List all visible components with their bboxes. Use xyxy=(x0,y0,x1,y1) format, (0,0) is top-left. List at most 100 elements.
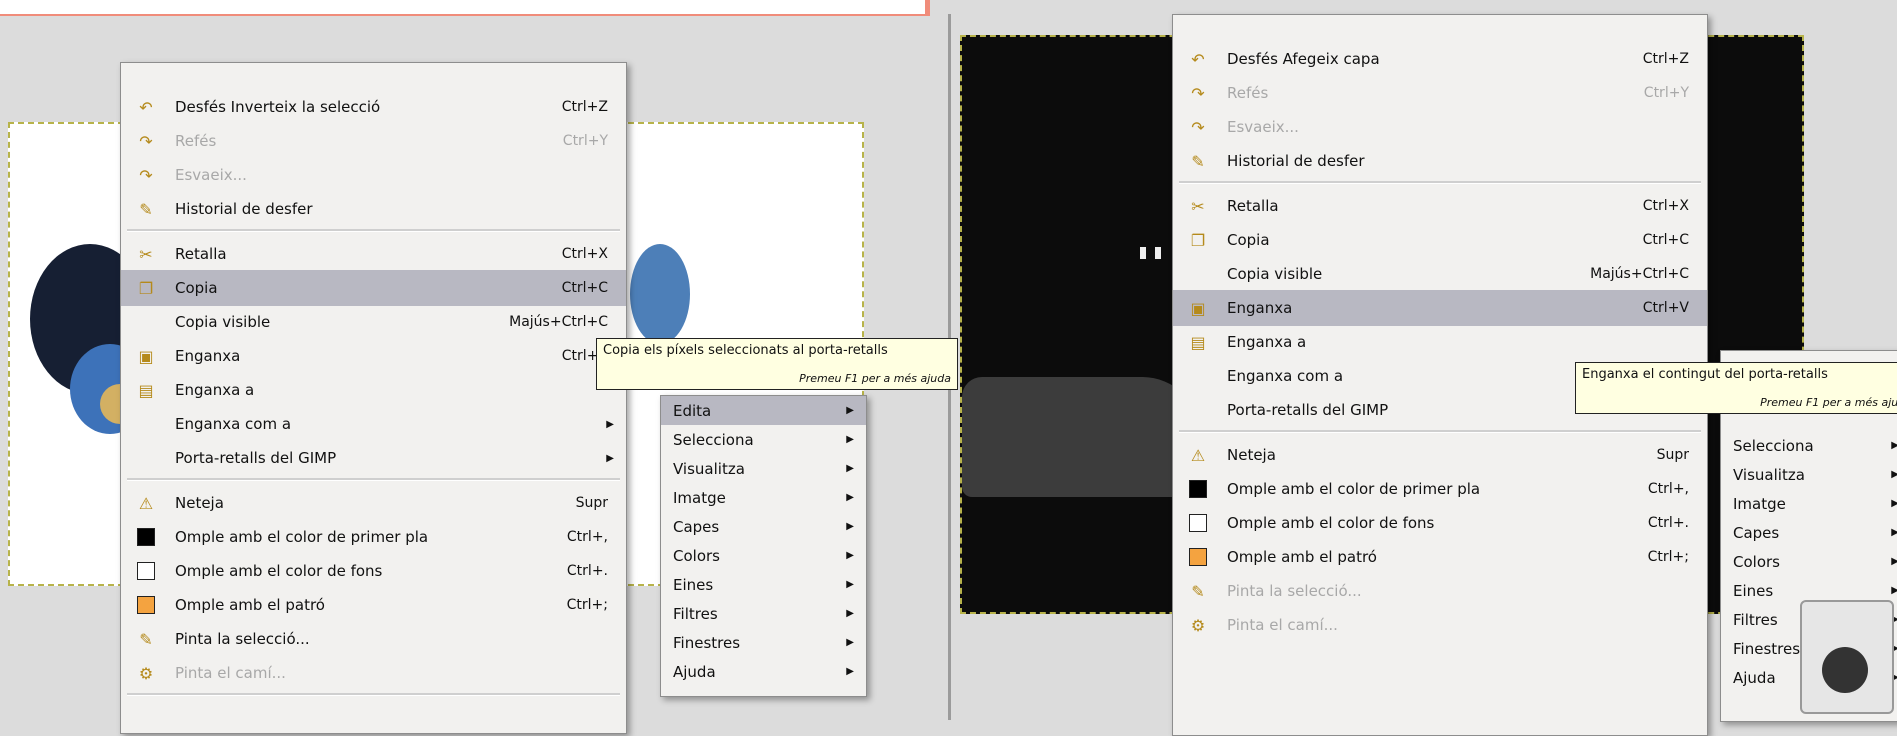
menu-item-label: Enganxa com a xyxy=(175,415,292,433)
menu-item-label: Refés xyxy=(175,132,217,150)
menu-item-shortcut: Ctrl+V xyxy=(1642,300,1689,316)
fill-pattern-icon xyxy=(133,594,159,616)
submenu-arrow-icon: ▶ xyxy=(1891,556,1897,567)
menu-item[interactable]: Omple amb el patró Ctrl+; xyxy=(121,587,626,623)
menu-item[interactable]: Omple amb el patró Ctrl+; xyxy=(1173,539,1707,575)
menu-item[interactable]: ↶ Desfés Afegeix capa Ctrl+Z xyxy=(1173,41,1707,77)
submenu-item[interactable]: Selecciona ▶ xyxy=(661,425,866,454)
menu-item-label: Pinta la selecció... xyxy=(175,630,310,648)
menu-item-label: Enganxa xyxy=(1227,299,1293,317)
menu-item[interactable]: ✂ Retalla Ctrl+X xyxy=(121,236,626,272)
menu-item-spacer xyxy=(1185,263,1211,285)
menu-item-shortcut: Ctrl+. xyxy=(1647,515,1689,531)
menu-item[interactable]: ▤ Enganxa a xyxy=(121,372,626,408)
submenu-item[interactable]: Capes ▶ xyxy=(661,512,866,541)
submenu-item-label: Capes xyxy=(673,517,720,536)
menu-item[interactable]: Omple amb el color de primer pla Ctrl+, xyxy=(121,519,626,555)
menu-item[interactable]: ✎ Pinta la selecció... xyxy=(1173,573,1707,609)
submenu-item-label: Imatge xyxy=(1733,494,1786,513)
submenu-arrow-icon: ▶ xyxy=(1891,469,1897,480)
menu-item[interactable]: ↶ Desfés Inverteix la selecció Ctrl+Z xyxy=(121,89,626,125)
submenu-item-label: Filtres xyxy=(1733,610,1778,629)
submenu-arrow-icon: ▶ xyxy=(606,418,614,430)
menu-item-shortcut: Ctrl+C xyxy=(1642,232,1689,248)
tooltip-right: Enganxa el contingut del porta-retalls P… xyxy=(1575,362,1897,414)
image-menu-left: Edita ▶ Selecciona ▶ Visualitza ▶ Imatge ▶ Capes… xyxy=(660,395,867,697)
menu-item-label: Pinta la selecció... xyxy=(1227,582,1362,600)
menu-item[interactable]: ▣ Enganxa Ctrl+V xyxy=(1173,290,1707,326)
menu-item[interactable]: Omple amb el color de primer pla Ctrl+, xyxy=(1173,471,1707,507)
submenu-item-label: Finestres xyxy=(673,633,741,652)
menu-item[interactable]: ✂ Retalla Ctrl+X xyxy=(1173,188,1707,224)
submenu-item[interactable]: Visualitza ▶ xyxy=(661,454,866,483)
menu-item-label: Historial de desfer xyxy=(1227,152,1365,170)
menu-item[interactable]: ↷ Esvaeix... xyxy=(1173,109,1707,145)
submenu-arrow-icon: ▶ xyxy=(1891,585,1897,596)
submenu-arrow-icon: ▶ xyxy=(846,550,854,561)
menu-item-spacer xyxy=(1185,399,1211,421)
menu-item[interactable]: ✎ Pinta la selecció... xyxy=(121,621,626,657)
menu-item[interactable]: ▣ Enganxa Ctrl+V xyxy=(121,338,626,374)
menu-item[interactable]: ❐ Copia Ctrl+C xyxy=(121,270,626,306)
submenu-item-label: Ajuda xyxy=(673,662,716,681)
menu-item-label: Enganxa a xyxy=(175,381,255,399)
menu-item-shortcut: Ctrl+Y xyxy=(562,133,608,149)
menu-item-shortcut: Supr xyxy=(1656,447,1689,463)
menu-item[interactable]: Copia visible Majús+Ctrl+C xyxy=(1173,256,1707,292)
menu-item[interactable]: ⚠ Neteja Supr xyxy=(1173,437,1707,473)
menu-item-shortcut: Ctrl+C xyxy=(561,280,608,296)
submenu-item[interactable]: Imatge ▶ xyxy=(1721,489,1897,518)
menu-item[interactable]: Copia visible Majús+Ctrl+C xyxy=(121,304,626,340)
submenu-item[interactable]: Selecciona ▶ xyxy=(1721,431,1897,460)
menu-item[interactable]: ⚠ Neteja Supr xyxy=(121,485,626,521)
submenu-item[interactable]: Edita ▶ xyxy=(661,396,866,425)
fill-fg-icon xyxy=(133,526,159,548)
menu-item-spacer xyxy=(133,311,159,333)
menu-separator xyxy=(127,478,620,481)
menu-item[interactable]: ✎ Historial de desfer xyxy=(1173,143,1707,179)
menu-item[interactable]: Porta-retalls del GIMP ▶ xyxy=(121,440,626,476)
submenu-arrow-icon: ▶ xyxy=(846,579,854,590)
menu-item[interactable]: ✎ Historial de desfer xyxy=(121,191,626,227)
paste-into-icon: ▤ xyxy=(138,380,154,400)
submenu-item[interactable]: Ajuda ▶ xyxy=(661,657,866,686)
submenu-item[interactable]: Filtres ▶ xyxy=(661,599,866,628)
submenu-item-label: Visualitza xyxy=(1733,465,1805,484)
menu-item-label: Porta-retalls del GIMP xyxy=(175,449,337,467)
menu-item[interactable]: Enganxa com a ▶ xyxy=(121,406,626,442)
submenu-item[interactable]: Colors ▶ xyxy=(661,541,866,570)
gimp-mascot xyxy=(1822,647,1868,693)
submenu-item[interactable]: Eines ▶ xyxy=(661,570,866,599)
menu-item-label: Desfés Afegeix capa xyxy=(1227,50,1380,68)
submenu-item[interactable]: Imatge ▶ xyxy=(661,483,866,512)
submenu-item[interactable]: Colors ▶ xyxy=(1721,547,1897,576)
menu-item[interactable]: ↷ Esvaeix... xyxy=(121,157,626,193)
paste-icon: ▣ xyxy=(138,346,154,366)
menu-item[interactable]: Omple amb el color de fons Ctrl+. xyxy=(1173,505,1707,541)
menu-item[interactable]: ↷ Refés Ctrl+Y xyxy=(121,123,626,159)
submenu-item[interactable]: Capes ▶ xyxy=(1721,518,1897,547)
submenu-arrow-icon: ▶ xyxy=(846,463,854,474)
menu-item[interactable]: ⚙ Pinta el camí... xyxy=(121,655,626,691)
menu-item[interactable]: ▤ Enganxa a xyxy=(1173,324,1707,360)
undo-icon: ↶ xyxy=(1191,49,1205,69)
submenu-item-label: Visualitza xyxy=(673,459,745,478)
menu-item-label: Omple amb el color de fons xyxy=(175,562,383,580)
menu-item-shortcut: Ctrl+, xyxy=(1647,481,1689,497)
menu-item[interactable]: ⚙ Pinta el camí... xyxy=(1173,607,1707,643)
stroke-path-icon: ⚙ xyxy=(1190,615,1206,635)
menu-item-label: Omple amb el color de primer pla xyxy=(175,528,429,546)
redo-icon: ↷ xyxy=(139,131,153,151)
menu-item[interactable]: Omple amb el color de fons Ctrl+. xyxy=(121,553,626,589)
submenu-item[interactable]: Finestres ▶ xyxy=(661,628,866,657)
clear-icon: ⚠ xyxy=(1190,445,1206,465)
menu-item[interactable]: ❐ Copia Ctrl+C xyxy=(1173,222,1707,258)
submenu-arrow-icon: ▶ xyxy=(606,452,614,464)
menu-item-shortcut: Ctrl+Z xyxy=(561,99,608,115)
submenu-item[interactable]: Visualitza ▶ xyxy=(1721,460,1897,489)
submenu-item-label: Capes xyxy=(1733,523,1780,542)
copy-icon: ❐ xyxy=(1190,230,1206,250)
submenu-arrow-icon: ▶ xyxy=(846,637,854,648)
stroke-path-icon: ⚙ xyxy=(138,663,154,683)
menu-item[interactable]: ↷ Refés Ctrl+Y xyxy=(1173,75,1707,111)
